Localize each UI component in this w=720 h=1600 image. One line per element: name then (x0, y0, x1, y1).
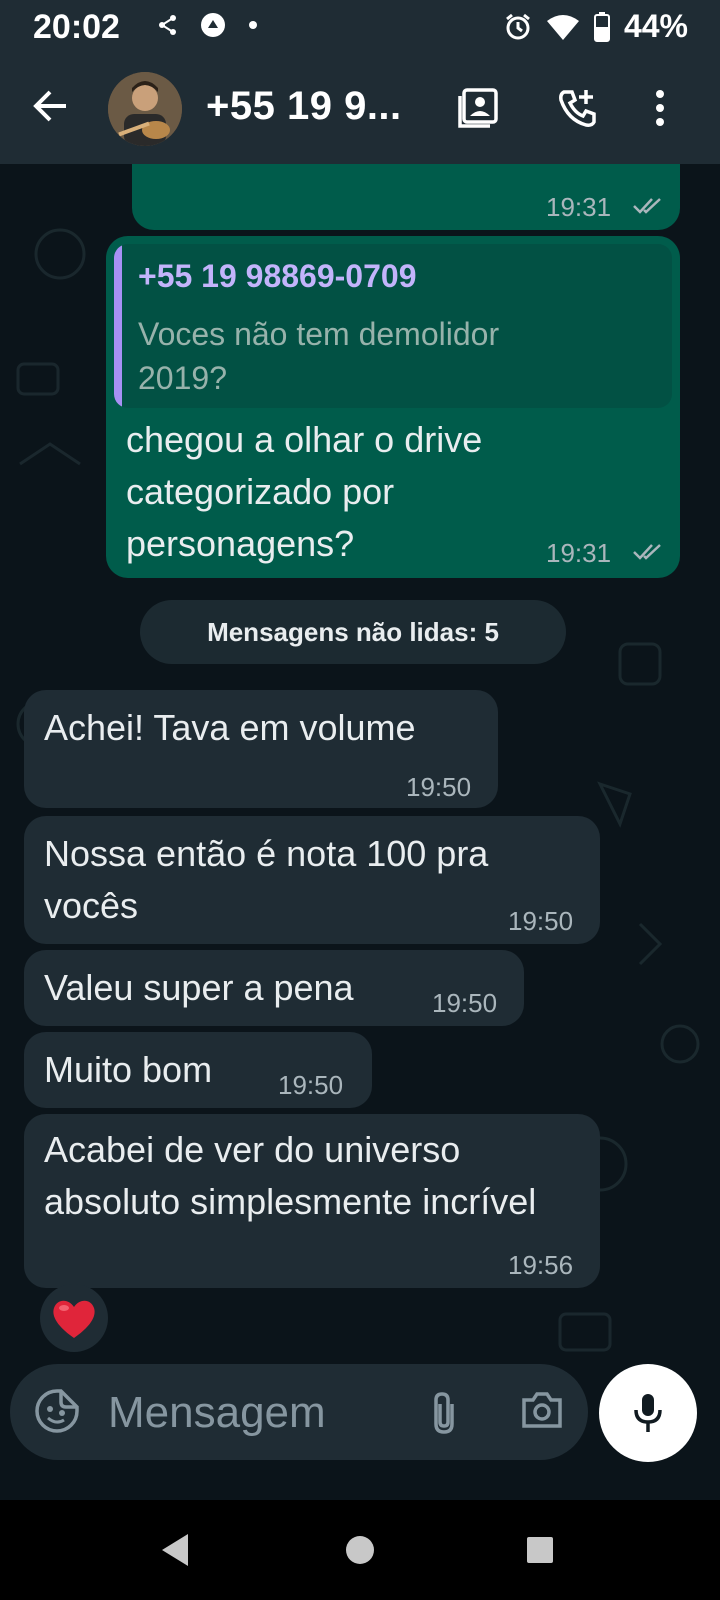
contact-name[interactable]: +55 19 9... (206, 84, 402, 129)
battery-icon (593, 11, 610, 42)
read-ticks-icon (633, 544, 661, 560)
message-bubble-incoming[interactable]: Nossa então é nota 100 pra vocês 19:50 (24, 816, 600, 944)
mic-icon (634, 1394, 662, 1432)
chat-area[interactable]: 19:31 +55 19 98869-0709 Voces não tem de… (0, 164, 720, 1500)
share-icon (159, 15, 176, 35)
recents-square-icon[interactable] (526, 1536, 554, 1564)
message-text: Achei! Tava em volume (44, 707, 416, 748)
message-bubble-incoming[interactable]: Achei! Tava em volume 19:50 (24, 690, 498, 808)
back-arrow-icon[interactable] (30, 86, 70, 126)
message-bubble-incoming[interactable]: Acabei de ver do universo absoluto simpl… (24, 1114, 600, 1288)
quote-text: Voces não tem demolidor 2019? (138, 316, 500, 396)
message-time: 19:56 (508, 1250, 574, 1280)
unread-messages-divider: Mensagens não lidas: 5 (140, 600, 566, 664)
message-time: 19:50 (432, 988, 498, 1018)
system-nav-bar (0, 1500, 720, 1600)
home-circle-icon[interactable] (344, 1534, 376, 1566)
message-time: 19:50 (406, 772, 472, 802)
mic-button[interactable] (599, 1364, 697, 1462)
message-bubble-outgoing-partial[interactable]: 19:31 (132, 164, 680, 230)
read-ticks-icon (633, 198, 661, 214)
status-time: 20:02 (33, 8, 120, 46)
message-time: 19:31 (546, 192, 612, 222)
alarm-icon (506, 13, 530, 39)
attach-icon[interactable] (426, 1390, 462, 1436)
message-time: 19:50 (278, 1070, 344, 1100)
message-bubble-incoming[interactable]: Valeu super a pena 19:50 (24, 950, 524, 1026)
message-bubble-outgoing-reply[interactable]: +55 19 98869-0709 Voces não tem demolido… (106, 236, 680, 578)
message-text: Valeu super a pena (44, 967, 354, 1008)
message-text: chegou a olhar o drive categorizado por … (126, 419, 483, 564)
status-bar: 20:02 44% (0, 0, 720, 56)
camera-icon[interactable] (520, 1390, 564, 1430)
dot-icon (249, 21, 257, 29)
message-text: Muito bom (44, 1049, 213, 1090)
avatar[interactable] (108, 72, 182, 146)
battery-percent: 44% (623, 8, 688, 44)
message-text: Acabei de ver do universo absoluto simpl… (44, 1129, 537, 1222)
message-bubble-incoming[interactable]: Muito bom 19:50 (24, 1032, 372, 1108)
quoted-message[interactable]: +55 19 98869-0709 Voces não tem demolido… (114, 244, 672, 408)
back-triangle-icon[interactable] (160, 1532, 190, 1568)
drive-icon (201, 13, 225, 37)
add-call-icon[interactable] (556, 86, 600, 130)
contacts-icon[interactable] (456, 86, 500, 130)
quote-author: +55 19 98869-0709 (138, 258, 417, 294)
quote-accent-bar (114, 244, 122, 408)
message-input[interactable]: Mensagem (108, 1388, 326, 1438)
reaction-badge[interactable] (40, 1284, 108, 1352)
more-vert-icon[interactable] (648, 86, 672, 130)
heart-icon (53, 1300, 95, 1338)
message-time: 19:31 (546, 538, 612, 568)
avatar-image (108, 72, 182, 146)
chat-header: +55 19 9... (0, 56, 720, 164)
message-composer[interactable]: Mensagem (10, 1364, 588, 1460)
message-time: 19:50 (508, 906, 574, 936)
message-text: Nossa então é nota 100 pra vocês (44, 833, 489, 926)
wifi-icon (546, 14, 579, 40)
sticker-icon[interactable] (34, 1388, 80, 1434)
